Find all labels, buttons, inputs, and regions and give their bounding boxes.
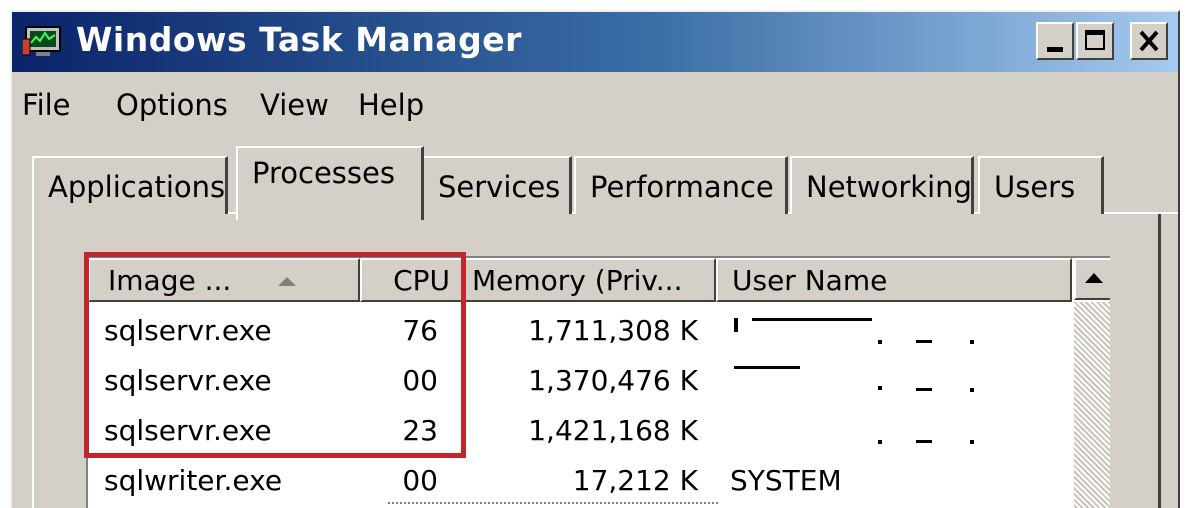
redaction-mark	[752, 318, 872, 321]
menu-bar: File Options View Help	[12, 82, 1178, 126]
redaction-mark	[734, 366, 800, 369]
minimize-button[interactable]	[1036, 22, 1074, 60]
tab-applications[interactable]: Applications	[32, 156, 228, 214]
scroll-up-button[interactable]	[1074, 258, 1110, 300]
redaction-mark	[878, 386, 882, 390]
redaction-mark	[916, 388, 932, 391]
tab-processes[interactable]: Processes	[236, 146, 424, 220]
panel-edge	[1158, 214, 1161, 508]
row-focus-dotted-line	[388, 502, 718, 504]
redaction-mark	[970, 440, 974, 444]
tab-networking[interactable]: Networking	[790, 156, 974, 214]
redaction-mark	[970, 388, 974, 392]
process-memory: 1,421,168 K	[528, 414, 698, 447]
process-image-name: sqlwriter.exe	[104, 464, 283, 497]
close-button[interactable]	[1130, 22, 1168, 60]
window-title: Windows Task Manager	[76, 20, 522, 59]
maximize-button[interactable]	[1076, 22, 1114, 60]
menu-file[interactable]: File	[22, 88, 71, 122]
table-row[interactable]: sqlwriter.exe 00 17,212 K SYSTEM	[88, 456, 1072, 506]
process-cpu: 00	[402, 464, 438, 497]
highlight-annotation-box	[84, 252, 466, 458]
menu-view[interactable]: View	[260, 88, 329, 122]
tab-users[interactable]: Users	[978, 156, 1104, 214]
redaction-mark	[878, 440, 882, 444]
redaction-mark	[970, 340, 974, 344]
redaction-mark	[734, 318, 738, 332]
vertical-scrollbar-track[interactable]	[1074, 302, 1110, 508]
tab-performance[interactable]: Performance	[574, 156, 788, 214]
title-bar[interactable]: Windows Task Manager	[12, 12, 1178, 72]
maximize-icon	[1085, 30, 1105, 50]
redaction-mark	[916, 340, 932, 343]
task-manager-icon	[22, 26, 61, 56]
tab-services[interactable]: Services	[422, 156, 572, 214]
column-header-memory[interactable]: Memory (Priv...	[464, 258, 716, 302]
process-memory: 1,370,476 K	[528, 364, 698, 397]
process-memory: 17,212 K	[572, 464, 698, 497]
process-user-name: SYSTEM	[730, 464, 842, 497]
menu-options[interactable]: Options	[116, 88, 228, 122]
arrow-up-icon	[1085, 273, 1103, 283]
menu-help[interactable]: Help	[358, 88, 424, 122]
redaction-mark	[878, 340, 882, 344]
redaction-mark	[916, 440, 932, 443]
close-icon	[1139, 30, 1159, 52]
minimize-icon	[1047, 47, 1063, 52]
process-memory: 1,711,308 K	[528, 314, 698, 347]
column-header-user-name[interactable]: User Name	[716, 258, 1072, 302]
